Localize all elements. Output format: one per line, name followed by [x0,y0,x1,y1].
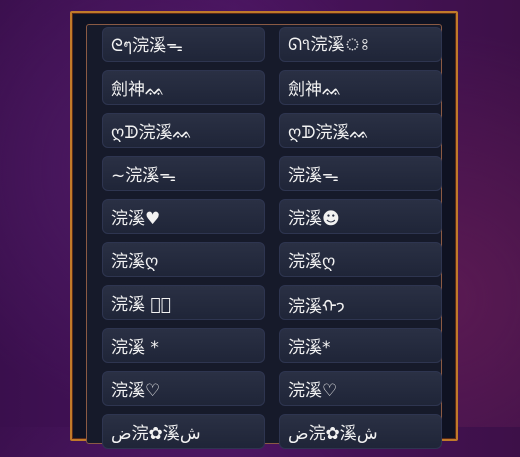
name-cell[interactable]: 浣溪 ᡃ⃝ [102,285,265,320]
name-cell[interactable]: ~浣溪ᯓ [102,156,265,191]
name-row: 浣溪 * 浣溪* [102,328,442,363]
name-cell[interactable]: 浣溪ღ [279,242,442,277]
name-cell[interactable]: ض浣✿溪ش [279,414,442,449]
name-cell[interactable]: 浣溪☻ [279,199,442,234]
name-row: 浣溪♥ 浣溪☻ [102,199,442,234]
name-cell[interactable]: 浣溪ᯓ [279,156,442,191]
name-grid: ᘓๆ浣溪ᯓ ᘏ૧浣溪ঃ 劍神ᨐ 劍神ᨐ ღᗫ浣溪ᨐ ღᗫ浣溪ᨐ ~浣溪ᯓ 浣溪ᯓ… [102,27,442,457]
name-cell[interactable]: ღᗫ浣溪ᨐ [279,113,442,148]
name-row: ~浣溪ᯓ 浣溪ᯓ [102,156,442,191]
name-row: 劍神ᨐ 劍神ᨐ [102,70,442,105]
name-cell[interactable]: 劍神ᨐ [279,70,442,105]
name-row: 浣溪ღ 浣溪ღ [102,242,442,277]
name-cell[interactable]: 浣溪ᡣ𐭩 [279,285,442,320]
name-cell[interactable]: 浣溪♡ [279,371,442,406]
name-cell[interactable]: 浣溪ღ [102,242,265,277]
name-row: 浣溪 ᡃ⃝ 浣溪ᡣ𐭩 [102,285,442,320]
name-row: ᘓๆ浣溪ᯓ ᘏ૧浣溪ঃ [102,27,442,62]
name-cell[interactable]: 浣溪* [279,328,442,363]
name-cell[interactable]: 浣溪♡ [102,371,265,406]
name-row: ض浣✿溪ش ض浣✿溪ش [102,414,442,449]
name-cell[interactable]: ض浣✿溪ش [102,414,265,449]
name-cell[interactable]: ᘏ૧浣溪ঃ [279,27,442,62]
name-row: 浣溪♡ 浣溪♡ [102,371,442,406]
name-cell[interactable]: ღᗫ浣溪ᨐ [102,113,265,148]
name-cell[interactable]: 浣溪♥ [102,199,265,234]
name-cell[interactable]: 浣溪 * [102,328,265,363]
name-cell[interactable]: ᘓๆ浣溪ᯓ [102,27,265,62]
name-cell[interactable]: 劍神ᨐ [102,70,265,105]
name-row: ღᗫ浣溪ᨐ ღᗫ浣溪ᨐ [102,113,442,148]
